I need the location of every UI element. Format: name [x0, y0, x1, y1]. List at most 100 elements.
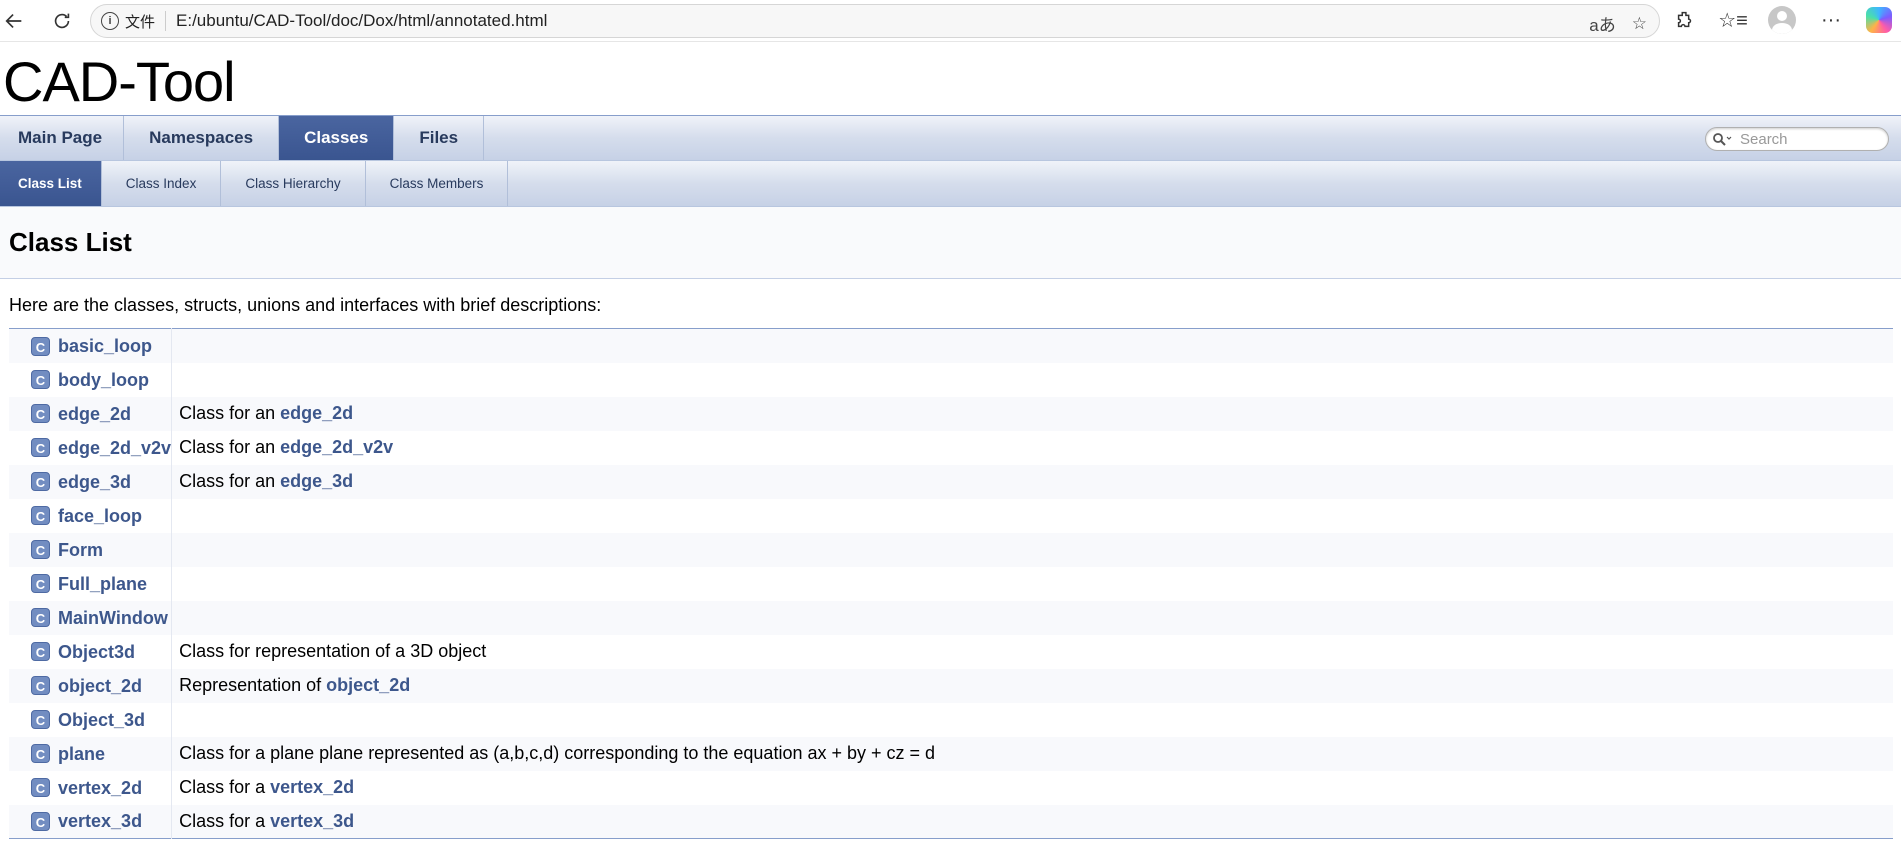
search-icon[interactable] [1712, 132, 1732, 146]
more-icon[interactable]: ··· [1818, 7, 1844, 33]
table-row: C Object3d Class for representation of a 3… [9, 634, 1893, 669]
class-description: Class for an [179, 437, 281, 457]
table-row: Cobject_2d Representation of object_2d [9, 668, 1893, 703]
browser-toolbar: i 文件 E:/ubuntu/CAD-Tool/doc/Dox/html/ann… [0, 0, 1901, 42]
class-link[interactable]: edge_3d [58, 471, 131, 491]
class-icon: C [31, 336, 50, 356]
favorites-icon[interactable]: ☆≡ [1718, 7, 1748, 33]
table-row: Cface_loop [9, 498, 1893, 533]
class-link[interactable]: plane [58, 743, 105, 763]
copilot-icon[interactable] [1866, 7, 1892, 33]
class-description-cell [172, 703, 1893, 737]
class-description-cell: Class for a vertex_2d [172, 771, 1893, 805]
description-link[interactable]: edge_2d [280, 403, 353, 423]
class-icon: C [31, 608, 50, 628]
class-description-cell [172, 601, 1893, 635]
class-link[interactable]: edge_2d [58, 403, 131, 423]
class-icon: C [31, 438, 50, 458]
tab-class-index[interactable]: Class Index [102, 161, 222, 206]
back-button[interactable] [0, 7, 28, 35]
tab-classes[interactable]: Classes [279, 116, 395, 160]
description-link[interactable]: vertex_3d [270, 811, 354, 831]
tab-main-page[interactable]: Main Page [0, 116, 125, 160]
address-bar[interactable]: i 文件 E:/ubuntu/CAD-Tool/doc/Dox/html/ann… [90, 4, 1660, 38]
class-description-cell: Class for an edge_3d [172, 465, 1893, 499]
description-link[interactable]: vertex_2d [270, 777, 354, 797]
tab-namespaces[interactable]: Namespaces [124, 116, 280, 160]
tab-class-members[interactable]: Class Members [366, 161, 509, 206]
info-icon[interactable]: i [101, 12, 119, 30]
table-row: Cvertex_2d Class for a vertex_2d [9, 770, 1893, 805]
search-input[interactable] [1738, 129, 1888, 149]
table-row: Cedge_2d Class for an edge_2d [9, 396, 1893, 431]
class-entry-cell: Cedge_3d [9, 464, 173, 499]
class-entry-cell: Cbasic_loop [9, 328, 173, 363]
favorite-star-icon[interactable]: ☆ [1632, 14, 1647, 34]
class-link[interactable]: Form [58, 539, 103, 559]
class-link[interactable]: object_2d [58, 675, 142, 695]
class-icon: C [31, 778, 50, 798]
class-description-cell [172, 499, 1893, 533]
class-description-cell [172, 329, 1893, 363]
table-row: C Form [9, 532, 1893, 567]
reload-icon [54, 13, 70, 28]
class-link[interactable]: Full_plane [58, 573, 147, 593]
class-link[interactable]: vertex_3d [58, 811, 142, 831]
table-row: Cedge_3d Class for an edge_3d [9, 464, 1893, 499]
read-aloud-icon[interactable]: aあ [1589, 11, 1615, 36]
arrow-left-icon [5, 13, 22, 28]
tab-files[interactable]: Files [394, 116, 485, 160]
search-box [1705, 127, 1889, 151]
class-description: Class for a plane plane represented as (… [179, 743, 936, 763]
class-icon: C [31, 676, 50, 696]
sub-tabs: Class List Class Index Class Hierarchy C… [0, 161, 1901, 207]
table-row: Cplane Class for a plane plane represente… [9, 736, 1893, 771]
class-entry-cell: Cface_loop [9, 498, 173, 533]
tab-class-list[interactable]: Class List [0, 161, 102, 206]
class-link[interactable]: edge_2d_v2v [58, 437, 171, 457]
page-title: Class List [9, 227, 132, 257]
class-entry-cell: C MainWindow [9, 600, 173, 635]
class-description: Class for a [179, 777, 271, 797]
class-entry-cell: Cvertex_2d [9, 770, 173, 805]
description-link[interactable]: object_2d [326, 675, 410, 695]
class-description-cell [172, 533, 1893, 567]
class-entry-cell: Cbody_loop [9, 362, 173, 397]
description-link[interactable]: edge_2d_v2v [280, 437, 393, 457]
class-description: Class for representation of a 3D object [179, 641, 487, 661]
tab-class-hierarchy[interactable]: Class Hierarchy [221, 161, 366, 206]
class-link[interactable]: basic_loop [58, 336, 152, 356]
class-icon: C [31, 540, 50, 560]
class-description-cell: Class for representation of a 3D object [172, 635, 1893, 669]
class-icon: C [31, 506, 50, 526]
table-row: Cedge_2d_v2v Class for an edge_2d_v2v [9, 430, 1893, 465]
class-link[interactable]: Object_3d [58, 709, 145, 729]
class-description: Class for a [179, 810, 271, 831]
class-link[interactable]: vertex_2d [58, 777, 142, 797]
class-description-cell: Class for a vertex_3d [172, 805, 1893, 839]
class-link[interactable]: body_loop [58, 369, 149, 389]
class-link[interactable]: Object3d [58, 641, 135, 661]
class-link[interactable]: MainWindow [58, 607, 168, 627]
class-icon: C [31, 812, 50, 832]
intro-text: Here are the classes, structs, unions an… [9, 295, 602, 315]
class-description: Class for an [179, 471, 281, 491]
table-row: Cbasic_loop [9, 328, 1893, 363]
class-entry-cell: C Full_plane [9, 566, 173, 601]
table-row: Cvertex_3d Class for a vertex_3d [9, 804, 1893, 839]
profile-avatar[interactable] [1768, 6, 1796, 34]
extensions-icon[interactable] [1672, 7, 1698, 33]
url-text[interactable]: E:/ubuntu/CAD-Tool/doc/Dox/html/annotate… [176, 11, 547, 31]
class-table: Cbasic_loop Cbody_loop Cedge_2d Class for a… [9, 328, 1893, 839]
class-entry-cell: Cobject_2d [9, 668, 173, 703]
class-entry-cell: Cedge_2d [9, 396, 173, 431]
class-icon: C [31, 370, 50, 390]
reload-button[interactable] [48, 7, 76, 35]
class-entry-cell: C Object3d [9, 634, 173, 669]
description-link[interactable]: edge_3d [280, 471, 353, 491]
class-description: Class for an [179, 403, 281, 423]
class-link[interactable]: face_loop [58, 505, 142, 525]
class-icon: C [31, 744, 50, 764]
class-entry-cell: Cedge_2d_v2v [9, 430, 173, 465]
table-row: C MainWindow [9, 600, 1893, 635]
